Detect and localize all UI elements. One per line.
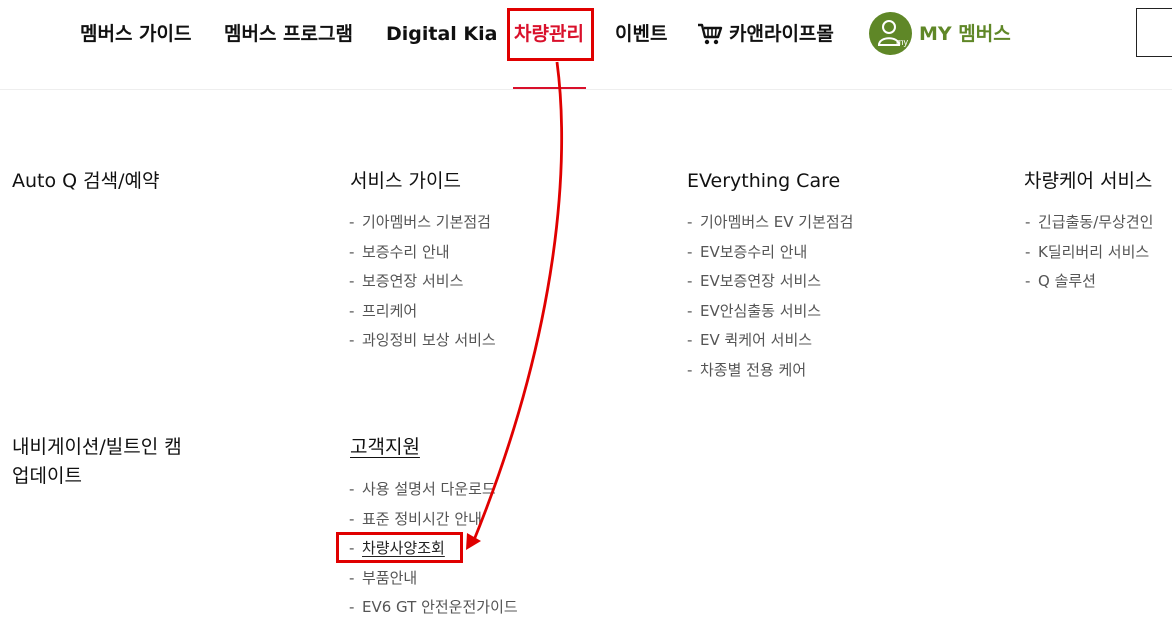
service-guide-list: - 기아멤버스 기본점검 - 보증수리 안내 - 보증연장 서비스 - 프리케어 - 과잉… xyxy=(349,208,496,356)
menu-title-auto-q[interactable]: Auto Q 검색/예약 xyxy=(12,168,159,194)
dash: - xyxy=(349,331,355,349)
list-item-label: 기아멤버스 기본점검 xyxy=(362,213,491,231)
user-icon: my xyxy=(877,20,908,47)
avatar-text: my xyxy=(896,37,908,47)
dash: - xyxy=(687,301,693,320)
list-item-label: Q 솔루션 xyxy=(1038,272,1096,290)
menu-title-customer-support[interactable]: 고객지원 xyxy=(350,434,420,460)
nav-event[interactable]: 이벤트 xyxy=(615,20,667,48)
dash: - xyxy=(349,213,355,231)
nav-members-guide[interactable]: 멤버스 가이드 xyxy=(80,20,192,48)
dash: - xyxy=(687,272,693,290)
nav-car-and-life-mall[interactable]: 카앤라이프몰 xyxy=(729,20,834,48)
list-item[interactable]: - EV보증연장 서비스 xyxy=(687,267,853,297)
list-item-label: EV보증연장 서비스 xyxy=(700,272,822,290)
menu-title-navigation-update-line2[interactable]: 업데이트 xyxy=(12,463,82,489)
list-item[interactable]: -Q 솔루션 xyxy=(1025,267,1153,297)
list-item-label: EV 퀵케어 서비스 xyxy=(700,331,813,349)
everything-care-list: - 기아멤버스 EV 기본점검 - EV보증수리 안내 - EV보증연장 서비스 -E… xyxy=(687,208,853,385)
list-item-label: 과잉정비 보상 서비스 xyxy=(362,331,496,349)
menu-title-vehicle-care-service[interactable]: 차량케어 서비스 xyxy=(1024,168,1152,194)
list-item[interactable]: - EV 퀵케어 서비스 xyxy=(687,326,853,356)
annotation-box-target xyxy=(336,532,463,563)
list-item-label: EV보증수리 안내 xyxy=(700,242,808,261)
dash: - xyxy=(1025,242,1031,261)
dash: - xyxy=(687,242,693,261)
list-item-label: 프리케어 xyxy=(362,301,418,320)
active-nav-underline xyxy=(513,87,586,89)
header-menu-button[interactable] xyxy=(1136,8,1172,57)
page: 멤버스 가이드 멤버스 프로그램 Digital Kia 차량관리 이벤트 카앤… xyxy=(0,0,1172,633)
dash: - xyxy=(349,568,355,587)
nav-members-program[interactable]: 멤버스 프로그램 xyxy=(224,20,353,48)
list-item[interactable]: - K딜리버리 서비스 xyxy=(1025,238,1153,268)
dash: - xyxy=(349,301,355,320)
dash: - xyxy=(349,598,355,616)
list-item-label: EV안심출동 서비스 xyxy=(700,301,822,320)
vehicle-care-list: - 긴급출동/무상견인 - K딜리버리 서비스 -Q 솔루션 xyxy=(1025,208,1153,297)
list-item-label: 표준 정비시간 안내 xyxy=(362,509,482,528)
dash: - xyxy=(1025,272,1031,290)
list-item-label: 기아멤버스 EV 기본점검 xyxy=(700,213,854,231)
dash: - xyxy=(349,272,355,290)
nav-my-members[interactable]: MY 멤버스 xyxy=(919,20,1011,48)
dash: - xyxy=(687,331,693,349)
list-item[interactable]: - 보증연장 서비스 xyxy=(349,267,496,297)
list-item[interactable]: - EV6 GT 안전운전가이드 xyxy=(349,593,518,623)
annotation-box-nav xyxy=(507,8,594,61)
list-item[interactable]: - 표준 정비시간 안내 xyxy=(349,505,518,535)
list-item[interactable]: - 프리케어 xyxy=(349,297,496,327)
menu-title-service-guide[interactable]: 서비스 가이드 xyxy=(350,168,461,194)
dash: - xyxy=(349,480,355,498)
dash: - xyxy=(1025,213,1031,231)
global-header: 멤버스 가이드 멤버스 프로그램 Digital Kia 차량관리 이벤트 카앤… xyxy=(0,0,1172,90)
list-item[interactable]: - 보증수리 안내 xyxy=(349,238,496,268)
list-item[interactable]: - EV보증수리 안내 xyxy=(687,238,853,268)
my-avatar[interactable]: my xyxy=(869,12,912,55)
list-item[interactable]: - 기아멤버스 기본점검 xyxy=(349,208,496,238)
list-item[interactable]: - 사용 설명서 다운로드 xyxy=(349,475,518,505)
dash: - xyxy=(349,509,355,528)
list-item-label: K딜리버리 서비스 xyxy=(1038,242,1150,261)
list-item[interactable]: - 차종별 전용 케어 xyxy=(687,356,853,386)
list-item[interactable]: - 과잉정비 보상 서비스 xyxy=(349,326,496,356)
list-item[interactable]: - EV안심출동 서비스 xyxy=(687,297,853,327)
list-item-label: 사용 설명서 다운로드 xyxy=(362,480,496,498)
menu-title-everything-care[interactable]: EVerything Care xyxy=(687,168,840,194)
dash: - xyxy=(687,213,693,231)
list-item-label: 차종별 전용 케어 xyxy=(700,360,807,379)
list-item[interactable]: - 긴급출동/무상견인 xyxy=(1025,208,1153,238)
nav-digital-kia[interactable]: Digital Kia xyxy=(386,20,498,48)
list-item[interactable]: - 기아멤버스 EV 기본점검 xyxy=(687,208,853,238)
list-item[interactable]: - 부품안내 xyxy=(349,564,518,594)
dash: - xyxy=(349,242,355,261)
cart-icon[interactable] xyxy=(697,22,723,46)
menu-title-navigation-update-line1[interactable]: 내비게이션/빌트인 캠 xyxy=(12,434,182,460)
annotation-arrow xyxy=(466,61,564,550)
list-item-label: 긴급출동/무상견인 xyxy=(1038,213,1154,231)
list-item-label: 보증연장 서비스 xyxy=(362,272,464,290)
list-item-label: 보증수리 안내 xyxy=(362,242,450,261)
dash: - xyxy=(687,360,693,379)
list-item-label: 부품안내 xyxy=(362,568,418,587)
list-item-label: EV6 GT 안전운전가이드 xyxy=(362,598,518,616)
